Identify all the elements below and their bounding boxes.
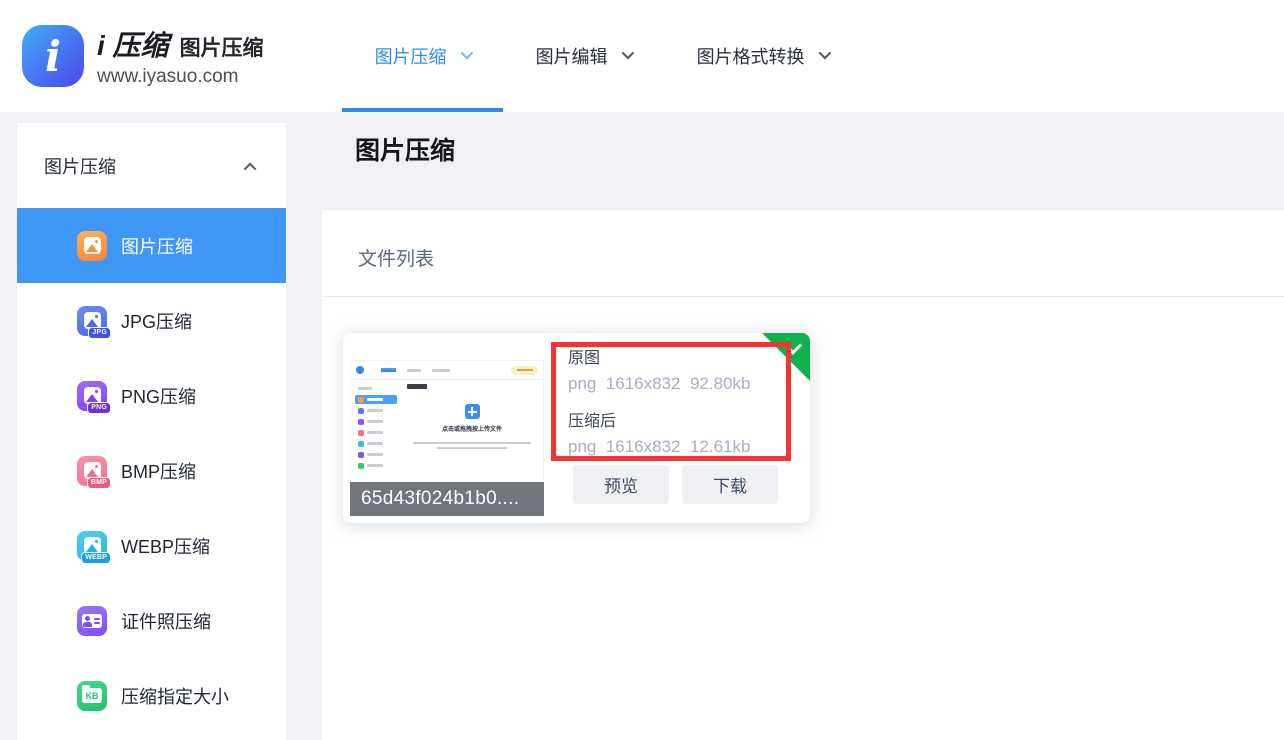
main-nav: 图片压缩 图片编辑 图片格式转换 bbox=[342, 0, 861, 112]
mini-main-area: 点击或拖拽按上传文件 bbox=[401, 380, 543, 480]
file-thumbnail[interactable]: 点击或拖拽按上传文件 65d43f024b1b0.... bbox=[350, 340, 544, 516]
sidebar-item-target-size-compress[interactable]: KB 压缩指定大小 bbox=[17, 658, 286, 733]
original-label: 原图 bbox=[568, 344, 750, 368]
sidebar-group-title: 图片压缩 bbox=[44, 153, 116, 179]
nav-tab-label: 图片格式转换 bbox=[697, 43, 805, 69]
nav-tab-image-edit[interactable]: 图片编辑 bbox=[503, 0, 664, 112]
nav-tab-image-compress[interactable]: 图片压缩 bbox=[342, 0, 503, 112]
chevron-down-icon bbox=[818, 46, 831, 59]
bmp-compress-icon: BMP bbox=[77, 456, 107, 486]
nav-tab-label: 图片编辑 bbox=[536, 43, 608, 69]
chevron-up-icon bbox=[244, 163, 257, 176]
sidebar-item-label: 压缩指定大小 bbox=[121, 683, 229, 709]
kb-size-icon: KB bbox=[77, 681, 107, 711]
sidebar-item-png-compress[interactable]: PNG PNG压缩 bbox=[17, 358, 286, 433]
top-header: i i 压缩 图片压缩 www.iyasuo.com 图片压缩 图片编辑 图片格… bbox=[0, 0, 1284, 112]
compressed-info: png 1616x832 12.61kb bbox=[568, 437, 750, 457]
thumbnail-mini-ui: 点击或拖拽按上传文件 bbox=[351, 361, 543, 482]
sidebar-item-label: 图片压缩 bbox=[121, 233, 193, 259]
brand-subtitle: 图片压缩 bbox=[180, 32, 264, 62]
sidebar-item-idphoto-compress[interactable]: 证件照压缩 bbox=[17, 583, 286, 658]
chevron-down-icon bbox=[621, 46, 634, 59]
divider bbox=[322, 296, 1284, 297]
check-icon bbox=[789, 341, 802, 354]
sidebar-item-bmp-compress[interactable]: BMP BMP压缩 bbox=[17, 433, 286, 508]
logo-letter: i bbox=[45, 32, 61, 81]
sidebar-item-label: JPG压缩 bbox=[121, 308, 192, 334]
nav-tab-format-convert[interactable]: 图片格式转换 bbox=[664, 0, 861, 112]
png-compress-icon: PNG bbox=[77, 381, 107, 411]
upload-plus-icon bbox=[465, 404, 480, 419]
sidebar-item-label: WEBP压缩 bbox=[121, 533, 210, 559]
chevron-down-icon bbox=[460, 46, 473, 59]
file-list-card: 文件列表 bbox=[322, 210, 1284, 740]
brand-text: i 压缩 图片压缩 www.iyasuo.com bbox=[97, 24, 264, 88]
brand-logo-icon: i bbox=[22, 25, 84, 87]
compressed-label: 压缩后 bbox=[568, 407, 750, 431]
webp-compress-icon: WEBP bbox=[77, 531, 107, 561]
brand-domain: www.iyasuo.com bbox=[97, 66, 264, 88]
sidebar-item-label: BMP压缩 bbox=[121, 458, 196, 484]
file-tile: 点击或拖拽按上传文件 65d43f024b1b0.... 原图 png 1616… bbox=[343, 333, 810, 523]
brand-logo[interactable]: i i 压缩 图片压缩 www.iyasuo.com bbox=[22, 24, 264, 88]
id-photo-icon bbox=[77, 606, 107, 636]
file-list-title: 文件列表 bbox=[358, 244, 434, 271]
image-compress-icon bbox=[77, 231, 107, 261]
sidebar: 图片压缩 图片压缩 JPG JPG压缩 PNG PNG压缩 BMP BMP压缩 … bbox=[17, 123, 286, 740]
sidebar-item-label: PNG压缩 bbox=[121, 383, 196, 409]
preview-button[interactable]: 预览 bbox=[573, 465, 669, 504]
download-button[interactable]: 下载 bbox=[682, 465, 778, 504]
sidebar-item-image-compress[interactable]: 图片压缩 bbox=[17, 208, 286, 283]
mini-sidebar bbox=[351, 380, 401, 480]
upload-hint-text: 点击或拖拽按上传文件 bbox=[442, 424, 502, 433]
jpg-compress-icon: JPG bbox=[77, 306, 107, 336]
page-title: 图片压缩 bbox=[355, 131, 455, 167]
original-info: png 1616x832 92.80kb bbox=[568, 374, 750, 394]
file-info: 原图 png 1616x832 92.80kb 压缩后 png 1616x832… bbox=[568, 344, 750, 457]
nav-tab-label: 图片压缩 bbox=[375, 43, 447, 69]
sidebar-item-webp-compress[interactable]: WEBP WEBP压缩 bbox=[17, 508, 286, 583]
sidebar-group-toggle[interactable]: 图片压缩 bbox=[17, 123, 286, 208]
mini-logo-icon bbox=[356, 366, 364, 374]
file-name-overlay: 65d43f024b1b0.... bbox=[350, 482, 544, 516]
mini-action-button bbox=[511, 366, 538, 375]
sidebar-item-label: 证件照压缩 bbox=[121, 608, 211, 634]
sidebar-item-jpg-compress[interactable]: JPG JPG压缩 bbox=[17, 283, 286, 358]
brand-title: i 压缩 bbox=[97, 24, 169, 64]
